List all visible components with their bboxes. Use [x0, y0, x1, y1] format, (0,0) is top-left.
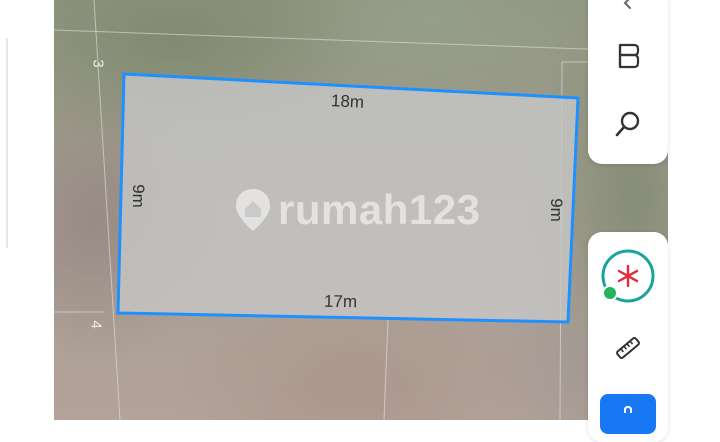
search-icon[interactable] [612, 108, 644, 140]
watermark: rumah123 [234, 186, 480, 234]
watermark-brand: rumah123 [278, 186, 481, 233]
chevron-left-icon[interactable] [620, 0, 636, 12]
plot-edge-right-label: 9m [546, 198, 566, 222]
grid-label-bottom: 4 [87, 320, 105, 329]
plot-edge-left-label: 9m [128, 184, 148, 208]
location-pin-icon [236, 189, 270, 231]
action-button[interactable] [600, 394, 656, 434]
layers-icon[interactable] [612, 40, 644, 72]
link-icon [624, 405, 632, 413]
status-dot [602, 285, 618, 301]
plot-edge-bottom-label: 17m [323, 291, 358, 312]
right-margin [668, 0, 720, 420]
grid-label-top: 3 [89, 59, 107, 68]
left-margin [0, 0, 54, 420]
ruler-icon[interactable] [612, 332, 644, 364]
plot-edge-top-label: 18m [330, 91, 365, 112]
scroll-track [6, 38, 8, 248]
